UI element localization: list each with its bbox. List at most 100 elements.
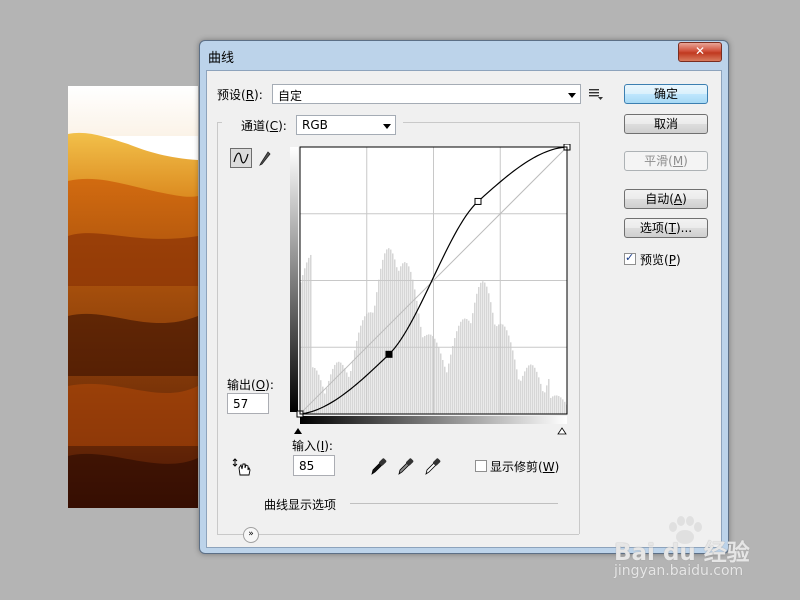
gray-point-eyedropper-icon[interactable] (396, 456, 414, 476)
histogram-bar (556, 395, 558, 414)
input-label: 输入(I): (292, 439, 333, 453)
white-point-slider[interactable] (557, 427, 567, 435)
pencil-tool-icon (259, 151, 271, 166)
histogram-bar (448, 363, 450, 414)
histogram-bar (384, 253, 386, 414)
histogram-bar (346, 372, 348, 414)
channel-value: RGB (302, 118, 328, 132)
curve-tool-icon (233, 152, 249, 164)
histogram-bar (308, 257, 310, 414)
histogram-bar (386, 249, 388, 414)
histogram-bar (394, 259, 396, 414)
background-photo (68, 86, 198, 508)
histogram-bar (408, 266, 410, 414)
on-image-adjust-icon[interactable] (231, 456, 253, 476)
preview-checkbox[interactable] (624, 251, 636, 265)
histogram-bar (306, 262, 308, 414)
histogram-bar (344, 368, 346, 414)
curve-display-options-label[interactable]: 曲线显示选项 (264, 496, 336, 513)
histogram-bar (506, 330, 508, 414)
pencil-tool-button[interactable] (255, 148, 277, 168)
curve-tool-button[interactable] (230, 148, 252, 168)
histogram-bar (560, 397, 562, 414)
histogram-bar (336, 362, 338, 414)
histogram-bar (528, 365, 530, 414)
histogram-bar (466, 319, 468, 414)
dialog-title: 曲线 (208, 51, 235, 66)
histogram-bar (332, 368, 334, 414)
histogram-bar (516, 369, 518, 414)
preset-menu-icon[interactable] (588, 86, 604, 100)
histogram-bar (542, 391, 544, 414)
auto-button[interactable]: 自动(A) (624, 189, 708, 209)
landscape-image (68, 132, 198, 508)
histogram-bar (564, 401, 566, 414)
show-clipping-label: 显示修剪(W) (490, 460, 560, 474)
chevron-down-icon (568, 93, 576, 98)
histogram-bar (436, 342, 438, 414)
curve-plot-area[interactable] (296, 144, 571, 418)
title-bar[interactable]: 曲线 ✕ (200, 41, 728, 71)
preset-value: 自定 (278, 89, 303, 103)
selected-curve-point[interactable] (385, 350, 393, 358)
cancel-button[interactable]: 取消 (624, 114, 708, 134)
smooth-button[interactable]: 平滑(M) (624, 151, 708, 171)
histogram-bar (388, 248, 390, 414)
histogram-bar (334, 364, 336, 414)
histogram-bar (364, 316, 366, 414)
input-field[interactable]: 85 (293, 455, 335, 476)
histogram-bar (302, 275, 304, 414)
histogram-bar (404, 262, 406, 414)
histogram-bar (392, 253, 394, 414)
histogram-bar (550, 397, 552, 414)
close-icon: ✕ (694, 44, 706, 58)
histogram-bar (446, 372, 448, 414)
preset-select[interactable]: 自定 (272, 84, 581, 104)
chevron-down-icon (383, 124, 391, 129)
histogram-bar (454, 338, 456, 414)
expand-chevron-icon[interactable]: » (243, 527, 259, 543)
histogram-bar (488, 293, 490, 414)
output-label: 输出(O): (227, 378, 274, 392)
histogram-bar (496, 326, 498, 414)
histogram-bar (452, 345, 454, 414)
show-clipping-checkbox[interactable] (475, 460, 487, 472)
histogram-bar (514, 359, 516, 414)
channel-select[interactable]: RGB (296, 115, 396, 135)
output-field[interactable]: 57 (227, 393, 269, 414)
close-button[interactable]: ✕ (678, 42, 722, 62)
histogram-bar (310, 254, 312, 414)
histogram-bar (464, 318, 466, 414)
histogram-bar (376, 292, 378, 414)
histogram-bar (370, 312, 372, 414)
options-button[interactable]: 选项(T)... (624, 218, 708, 238)
histogram-bar (476, 293, 478, 414)
histogram-bar (548, 379, 550, 414)
white-point-eyedropper-icon[interactable] (423, 456, 441, 476)
ok-button[interactable]: 确定 (624, 84, 708, 104)
histogram-bar (374, 305, 376, 414)
black-point-eyedropper-icon[interactable] (369, 456, 387, 476)
histogram-bar (526, 367, 528, 414)
histogram-bar (522, 375, 524, 414)
histogram-bar (356, 340, 358, 414)
histogram-bar (478, 287, 480, 414)
histogram-bar (520, 380, 522, 414)
histogram-bar (316, 370, 318, 414)
histogram-bar (486, 286, 488, 414)
black-point-slider[interactable] (294, 428, 302, 434)
histogram-bar (348, 376, 350, 414)
curves-graph[interactable] (286, 144, 571, 440)
curve-point[interactable] (474, 197, 482, 205)
histogram-bar (428, 334, 430, 414)
histogram-bar (380, 268, 382, 414)
histogram-bar (382, 259, 384, 414)
histogram-bar (512, 350, 514, 414)
histogram-bar (530, 364, 532, 414)
histogram-bar (510, 342, 512, 414)
histogram-bar (442, 360, 444, 414)
histogram-bar (558, 396, 560, 414)
histogram-bar (472, 313, 474, 414)
histogram-bar (406, 263, 408, 414)
histogram-bar (312, 367, 314, 414)
